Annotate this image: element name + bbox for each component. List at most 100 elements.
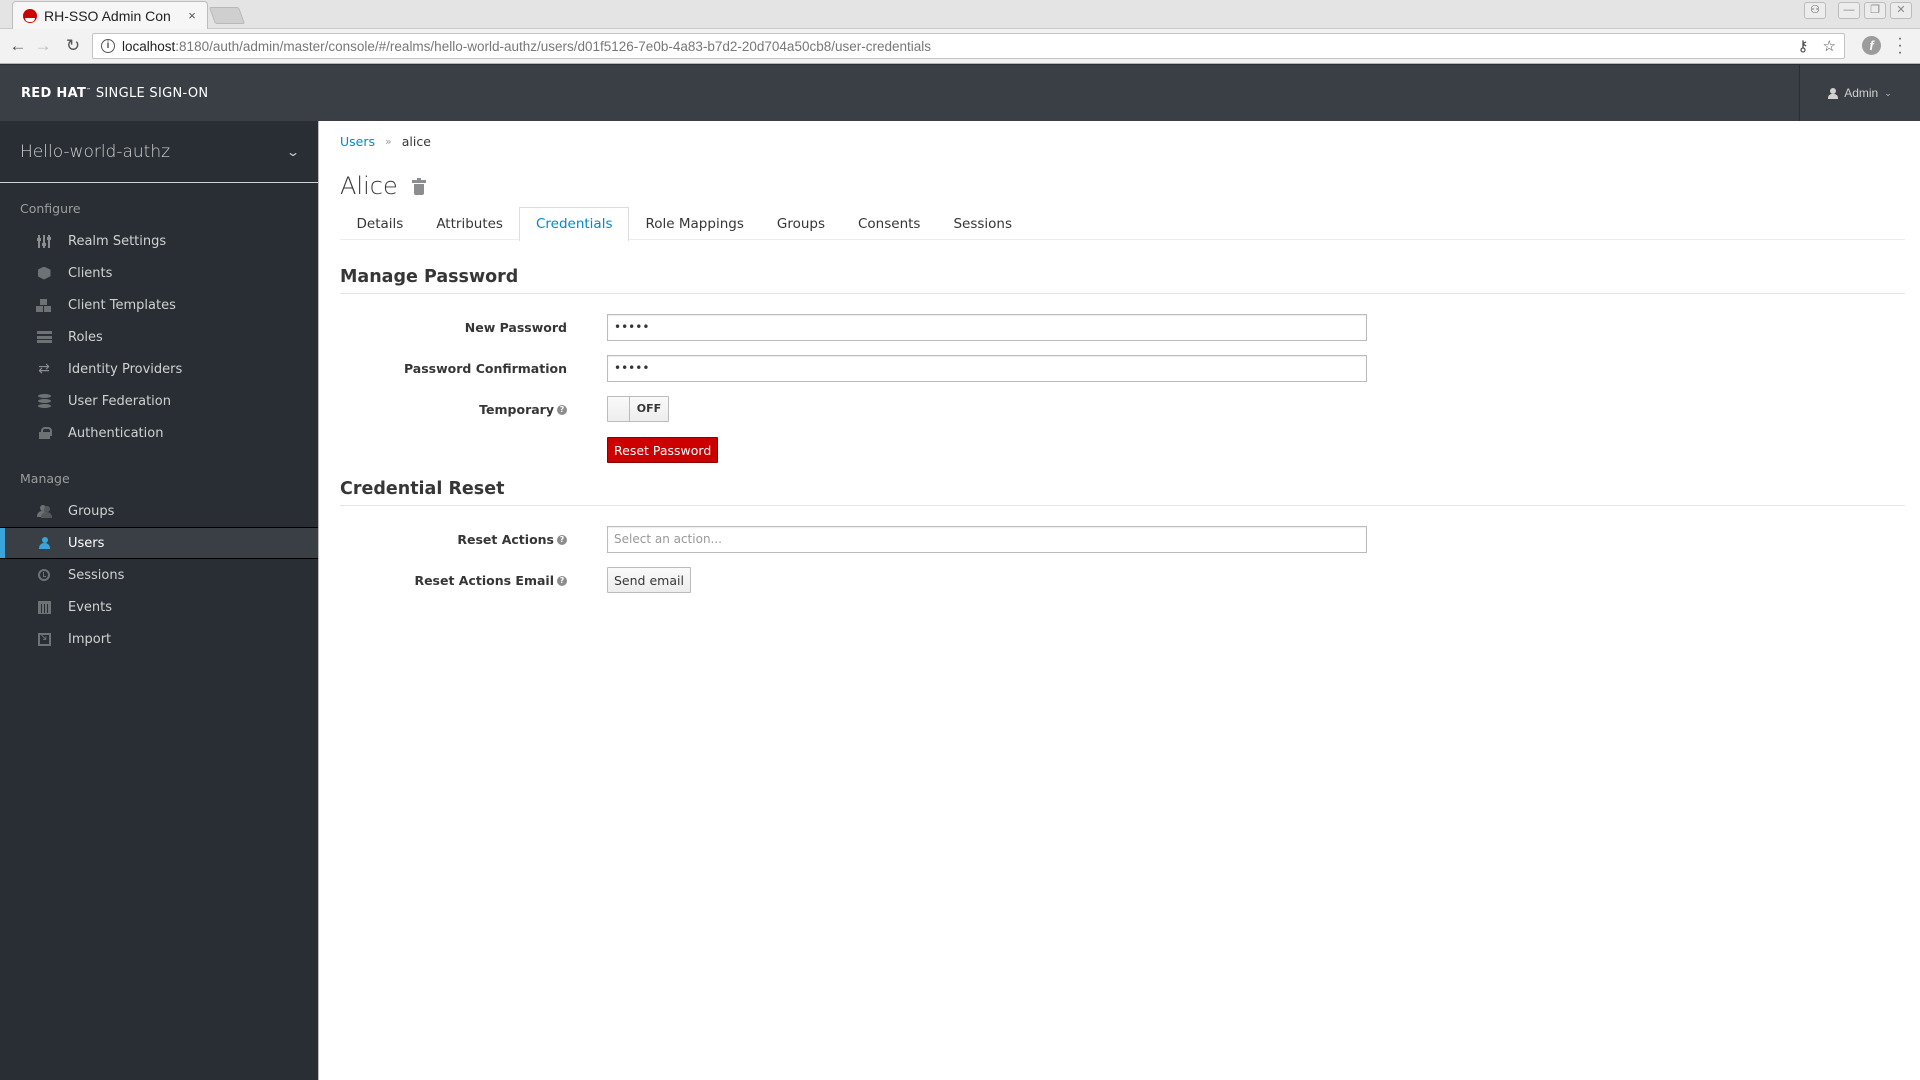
users-icon — [36, 504, 52, 518]
sidebar-item-label: Groups — [68, 503, 115, 519]
brand-bold: RED HAT — [21, 86, 87, 101]
tab-sessions[interactable]: Sessions — [937, 207, 1029, 239]
reset-password-button[interactable]: Reset Password — [607, 437, 719, 463]
browser-tab-strip: RH-SSO Admin Con × ⚇ — ❐ ✕ — [0, 0, 1920, 29]
trash-icon[interactable] — [411, 177, 426, 195]
tab-attributes[interactable]: Attributes — [420, 207, 520, 239]
reset-actions-select[interactable] — [607, 525, 1367, 553]
brand-logo: RED HAT™ SINGLE SIGN-ON — [21, 86, 209, 101]
toggle-state: OFF — [636, 402, 662, 415]
reset-actions-email-label-text: Reset Actions Email — [414, 572, 554, 588]
sidebar-item-user-federation[interactable]: User Federation — [0, 385, 318, 417]
url-path: :8180/auth/admin/master/console/#/realms… — [175, 38, 932, 54]
new-tab-button[interactable] — [208, 7, 246, 24]
clock-icon — [36, 568, 52, 582]
sidebar-item-events[interactable]: Events — [0, 591, 318, 623]
site-info-icon[interactable]: i — [101, 39, 115, 53]
sidebar-item-label: Clients — [68, 265, 113, 281]
user-icon — [1828, 87, 1839, 99]
profile-icon[interactable]: ⚇ — [1804, 2, 1826, 19]
password-confirmation-row: Password Confirmation — [340, 354, 1905, 382]
sidebar-item-client-templates[interactable]: Client Templates — [0, 289, 318, 321]
tab-role-mappings[interactable]: Role Mappings — [629, 207, 760, 239]
brand-rest: SINGLE SIGN-ON — [95, 86, 209, 101]
configure-section-title: Configure — [20, 201, 81, 216]
user-tabs: Details Attributes Credentials Role Mapp… — [340, 207, 1905, 241]
temporary-toggle[interactable]: OFF — [607, 396, 669, 422]
toggle-knob — [608, 397, 630, 421]
exchange-icon: ⇄ — [38, 361, 50, 377]
close-tab-icon[interactable]: × — [183, 8, 201, 23]
bookmark-star-icon[interactable]: ☆ — [1823, 37, 1836, 55]
reset-actions-label-text: Reset Actions — [457, 531, 554, 547]
tab-details[interactable]: Details — [340, 207, 420, 239]
chevron-down-icon: ⌄ — [1884, 87, 1892, 98]
reload-icon[interactable]: ↻ — [63, 36, 83, 56]
sliders-icon — [36, 234, 52, 248]
sidebar-item-label: Identity Providers — [68, 361, 183, 377]
help-icon[interactable]: ? — [557, 576, 567, 586]
sidebar-item-clients[interactable]: Clients — [0, 257, 318, 289]
browser-toolbar: ← → ↻ i localhost :8180/auth/admin/maste… — [0, 29, 1920, 64]
reset-actions-label: Reset Actions? — [340, 532, 567, 547]
sidebar-item-sessions[interactable]: Sessions — [0, 559, 318, 591]
user-menu-label: Admin — [1844, 86, 1879, 100]
sidebar-item-label: Events — [68, 599, 113, 615]
app-header: RED HAT™ SINGLE SIGN-ON Admin ⌄ — [0, 64, 1920, 121]
page-title: Alice — [340, 172, 398, 200]
sidebar-item-identity-providers[interactable]: ⇄ Identity Providers — [0, 353, 318, 385]
sidebar-item-label: Realm Settings — [68, 233, 167, 249]
window-controls: ⚇ — ❐ ✕ — [1804, 2, 1912, 19]
browser-menu-icon[interactable]: · · · — [1896, 31, 1904, 61]
password-confirmation-input[interactable] — [607, 354, 1367, 382]
browser-tab-title: RH-SSO Admin Con — [44, 7, 171, 24]
help-icon[interactable]: ? — [557, 405, 567, 415]
send-email-button[interactable]: Send email — [607, 567, 691, 593]
breadcrumb: Users » alice — [340, 133, 1905, 149]
sidebar-item-label: Roles — [68, 329, 103, 345]
reset-actions-row: Reset Actions? — [340, 525, 1905, 553]
key-icon[interactable]: ⚷ — [1798, 37, 1809, 55]
minimize-icon[interactable]: — — [1838, 2, 1860, 19]
temporary-row: Temporary? OFF — [340, 395, 1905, 423]
sidebar-item-label: User Federation — [68, 393, 171, 409]
fedora-extension-icon[interactable]: f — [1862, 36, 1881, 55]
tab-credentials[interactable]: Credentials — [519, 207, 629, 241]
new-password-input[interactable] — [607, 313, 1367, 341]
main-content: Users » alice Alice Details Attributes C… — [340, 121, 1905, 594]
tab-consents[interactable]: Consents — [842, 207, 937, 239]
sidebar-item-authentication[interactable]: Authentication — [0, 417, 318, 449]
restore-icon[interactable]: ❐ — [1864, 2, 1886, 19]
lock-icon — [36, 426, 52, 440]
chevron-down-icon: ⌄ — [285, 144, 301, 159]
sidebar-item-label: Import — [68, 631, 112, 647]
sidebar: Hello-world-authz ⌄ Configure Realm Sett… — [0, 121, 319, 1080]
back-arrow-icon[interactable]: ← — [8, 36, 28, 56]
database-icon — [36, 394, 52, 408]
sidebar-item-groups[interactable]: Groups — [0, 495, 318, 527]
reset-password-row: Reset Password — [340, 436, 1905, 464]
window-close-icon[interactable]: ✕ — [1890, 2, 1912, 19]
credential-reset-heading: Credential Reset — [340, 479, 1905, 506]
address-bar[interactable]: i localhost :8180/auth/admin/master/cons… — [92, 33, 1845, 59]
server-icon — [36, 330, 52, 344]
temporary-label: Temporary? — [340, 402, 567, 417]
sidebar-item-label: Authentication — [68, 425, 164, 441]
help-icon[interactable]: ? — [557, 535, 567, 545]
sidebar-item-users[interactable]: Users — [0, 527, 318, 559]
sidebar-item-roles[interactable]: Roles — [0, 321, 318, 353]
realm-name: Hello-world-authz — [20, 141, 171, 162]
manage-password-heading: Manage Password — [340, 267, 1905, 294]
tab-groups[interactable]: Groups — [760, 207, 841, 239]
browser-tab[interactable]: RH-SSO Admin Con × — [12, 1, 208, 29]
cube-icon — [36, 266, 52, 280]
user-menu[interactable]: Admin ⌄ — [1799, 65, 1920, 121]
breadcrumb-current: alice — [401, 133, 431, 149]
new-password-row: New Password — [340, 313, 1905, 341]
breadcrumb-users-link[interactable]: Users — [340, 134, 375, 149]
sidebar-item-import[interactable]: Import — [0, 623, 318, 655]
forward-arrow-icon[interactable]: → — [33, 36, 53, 56]
realm-selector[interactable]: Hello-world-authz ⌄ — [0, 121, 318, 183]
password-confirmation-label: Password Confirmation — [403, 360, 567, 376]
sidebar-item-realm-settings[interactable]: Realm Settings — [0, 225, 318, 257]
